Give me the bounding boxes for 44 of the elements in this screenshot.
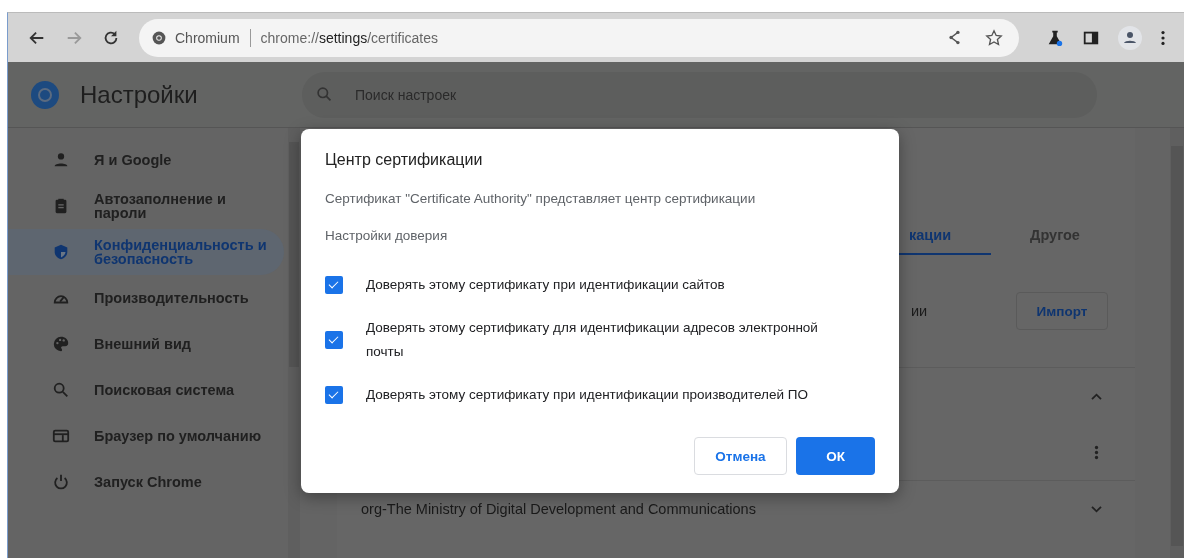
browser-icon [52,427,70,445]
ok-button[interactable]: ОК [796,437,875,475]
sidebar-item[interactable]: Браузер по умолчанию [8,413,284,459]
import-button[interactable]: Импорт [1016,292,1108,330]
cancel-button[interactable]: Отмена [694,437,787,475]
certificate-group-name: org-The Ministry of Digital Development and Communications [361,501,756,517]
search-icon [52,381,70,399]
sidebar-item[interactable]: Поисковая система [8,367,284,413]
sidebar-item[interactable]: Я и Google [8,137,284,183]
person-icon [52,151,70,169]
chrome-logo-icon [31,80,59,109]
sidebar-item[interactable]: Конфиденциальность и безопасность [8,229,284,275]
checkbox-label: Доверять этому сертификату при идентификации сайтов [366,276,726,294]
sidebar-item[interactable]: Запуск Chrome [8,459,284,505]
checkbox-label: Доверять этому сертификату для идентификации адресов электронной почты [366,319,819,361]
sidebar-item[interactable]: Автозаполнение и пароли [8,183,284,229]
more-menu-icon[interactable] [1160,28,1166,47]
chromium-logo-icon [151,29,167,46]
checkbox-label: Доверять этому сертификату при идентификации производителей ПО [366,386,809,404]
dialog-title: Центр сертификации [325,151,484,169]
site-label: Chromium [175,29,240,46]
section-label: Настройки доверия [325,228,449,243]
shield-icon [52,243,70,261]
sidebar-item[interactable]: Производительность [8,275,284,321]
search-icon [316,85,333,103]
flask-icon[interactable] [1046,28,1064,47]
star-icon[interactable] [985,28,1003,47]
profile-avatar-icon[interactable] [1118,25,1142,50]
more-actions-icon[interactable] [1094,443,1099,461]
row-text: ии [911,303,929,319]
checkbox[interactable] [325,276,343,294]
chevron-down-icon[interactable] [1090,504,1103,514]
scrollbar[interactable] [288,128,300,558]
share-icon[interactable] [946,29,963,46]
dialog-description: Сертификат "Certificate Authority" представляет центр сертификации [325,191,757,206]
address-bar[interactable]: Chromium chrome://settings/certificates [139,18,1019,57]
checkbox[interactable] [325,331,343,349]
url-text: chrome://settings/certificates [260,29,438,46]
checkbox[interactable] [325,386,343,404]
sidebar-item[interactable]: Внешний вид [8,321,284,367]
chevron-up-icon[interactable] [1090,391,1103,401]
page-title: Настройки [80,80,199,109]
palette-icon [52,335,70,353]
power-icon [52,473,70,491]
